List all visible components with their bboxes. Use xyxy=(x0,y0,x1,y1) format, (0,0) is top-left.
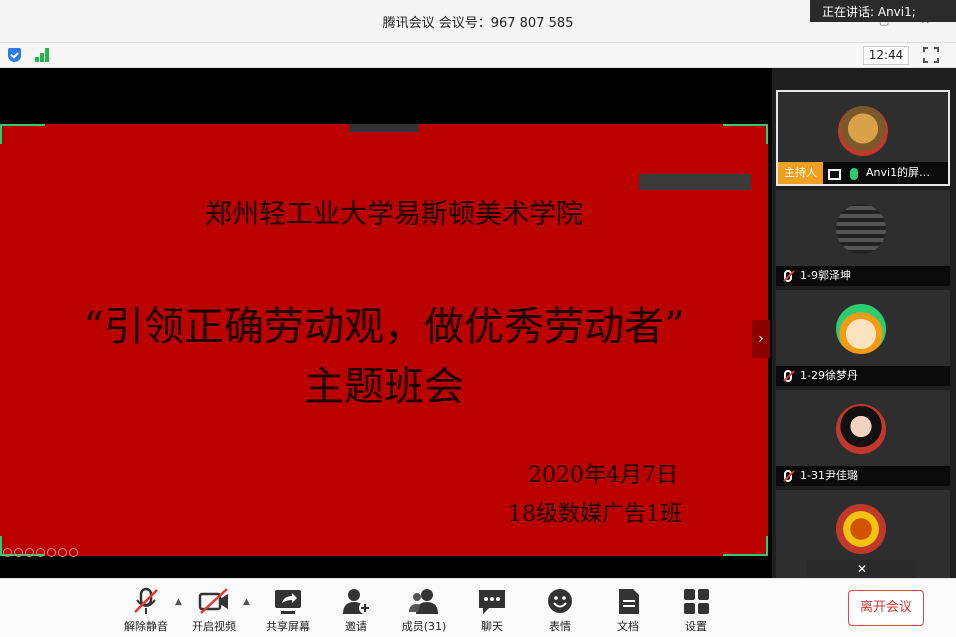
slide-date: 2020年4月7日 xyxy=(528,463,678,488)
avatar xyxy=(836,504,886,554)
docs-button[interactable]: 文档 xyxy=(598,586,658,634)
avatar xyxy=(838,106,888,156)
participant-tile[interactable]: 1-31尹佳璐 xyxy=(776,390,950,486)
slide-theme-title: “引领正确劳动观，做优秀劳动者” xyxy=(83,304,685,350)
reaction-label: 表情 xyxy=(549,620,571,633)
smiley-icon xyxy=(543,586,577,616)
mini-speaking-notice xyxy=(639,174,751,190)
unmute-button[interactable]: 解除静音 xyxy=(116,586,176,634)
shield-icon[interactable] xyxy=(8,48,21,62)
slide-controls[interactable] xyxy=(3,542,80,557)
next-page-button[interactable]: › xyxy=(752,320,770,358)
title-bar: 腾讯会议 会议号：967 807 585 — ▢ ✕ 正在讲话: Anvi1; xyxy=(0,0,956,43)
invite-button[interactable]: 邀请 xyxy=(326,586,386,634)
docs-label: 文档 xyxy=(617,620,639,633)
document-icon xyxy=(611,586,645,616)
host-badge: 主持人 xyxy=(778,162,823,184)
share-frame-corner xyxy=(723,124,768,144)
mini-meeting-bar xyxy=(349,124,419,132)
participant-namebar: 1-29徐梦丹 xyxy=(776,366,950,386)
avatar xyxy=(836,204,886,254)
members-button[interactable]: 成员(31) xyxy=(394,586,454,634)
audio-options-arrow[interactable]: ▲ xyxy=(175,597,182,607)
slide-theme-subtitle: 主题班会 xyxy=(304,364,464,410)
participant-namebar: 1-31尹佳璐 xyxy=(776,466,950,486)
video-options-arrow[interactable]: ▲ xyxy=(243,597,250,607)
avatar xyxy=(836,304,886,354)
signal-icon[interactable] xyxy=(35,48,51,62)
speaking-indicator: 正在讲话: Anvi1; xyxy=(810,0,956,22)
share-frame-corner xyxy=(0,124,45,144)
fullscreen-icon[interactable] xyxy=(923,47,939,63)
camera-off-icon xyxy=(197,586,231,616)
host-name: Anvi1的屏… xyxy=(866,166,931,179)
slide-class-name: 18级数媒广告1班 xyxy=(508,502,682,527)
participant-name: 1-31尹佳璐 xyxy=(800,469,858,482)
participant-name: 1-9郭泽坤 xyxy=(800,269,851,282)
start-video-button[interactable]: 开启视频 xyxy=(184,586,244,634)
mic-muted-icon xyxy=(784,270,792,282)
screen-share-icon xyxy=(828,169,841,180)
settings-button[interactable]: 设置 xyxy=(666,586,726,634)
participant-name: 1-29徐梦丹 xyxy=(800,369,858,382)
invite-label: 邀请 xyxy=(345,620,367,633)
grid-settings-icon xyxy=(679,586,713,616)
start-video-label: 开启视频 xyxy=(192,620,236,633)
mic-muted-icon xyxy=(129,586,163,616)
add-user-icon xyxy=(339,586,373,616)
participant-namebar: 1-9郭泽坤 xyxy=(776,266,950,286)
unmute-label: 解除静音 xyxy=(124,620,168,633)
share-screen-label: 共享屏幕 xyxy=(266,620,310,633)
shared-screen-stage: 郑州轻工业大学易斯顿美术学院 “引领正确劳动观，做优秀劳动者” 主题班会 202… xyxy=(0,68,772,578)
host-namebar: 主持人 Anvi1的屏… xyxy=(778,162,948,184)
mic-muted-icon xyxy=(784,470,792,482)
share-screen-icon xyxy=(271,586,305,616)
status-bar: 12:44 xyxy=(0,43,956,68)
reaction-button[interactable]: 表情 xyxy=(530,586,590,634)
avatar xyxy=(836,404,886,454)
participant-tile[interactable]: 1-29徐梦丹 xyxy=(776,290,950,386)
members-icon xyxy=(407,586,441,616)
settings-label: 设置 xyxy=(685,620,707,633)
share-frame-corner xyxy=(723,536,768,556)
meeting-clock: 12:44 xyxy=(863,46,909,65)
meeting-toolbar: 解除静音 ▲ 开启视频 ▲ 共享屏幕 邀请 成员(31) 聊天 表情 文档 设置… xyxy=(0,578,956,637)
share-screen-button[interactable]: 共享屏幕 xyxy=(258,586,318,634)
members-label: 成员(31) xyxy=(401,620,447,633)
collapse-list-button[interactable]: ✕ xyxy=(807,560,917,578)
mic-muted-icon xyxy=(784,370,792,382)
presentation-slide: 郑州轻工业大学易斯顿美术学院 “引领正确劳动观，做优秀劳动者” 主题班会 202… xyxy=(0,124,768,557)
mic-active-icon xyxy=(850,168,858,180)
slide-school-name: 郑州轻工业大学易斯顿美术学院 xyxy=(205,199,583,230)
chat-button[interactable]: 聊天 xyxy=(462,586,522,634)
participant-tile-host[interactable]: 主持人 Anvi1的屏… xyxy=(776,90,950,186)
leave-meeting-button[interactable]: 离开会议 xyxy=(848,590,924,626)
participant-sidebar: 主持人 Anvi1的屏… 1-9郭泽坤 1-29徐梦丹 1-31尹佳璐 ✕ xyxy=(772,68,956,578)
chat-label: 聊天 xyxy=(481,620,503,633)
participant-tile[interactable]: 1-9郭泽坤 xyxy=(776,190,950,286)
chat-icon xyxy=(475,586,509,616)
